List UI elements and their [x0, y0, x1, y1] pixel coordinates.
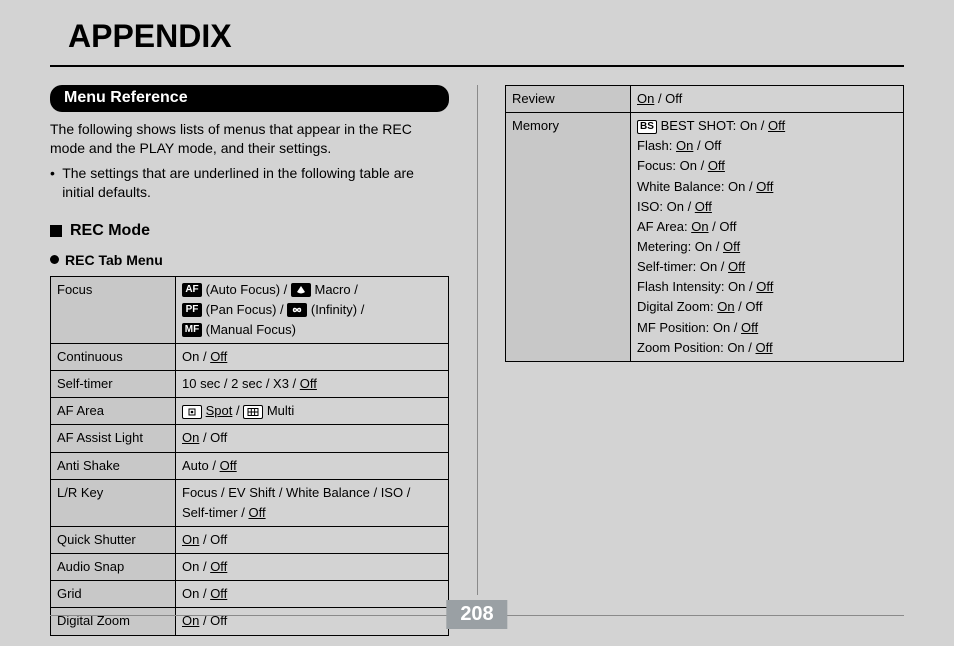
- row-value: Auto / Off: [176, 452, 449, 479]
- row-label: AF Assist Light: [51, 425, 176, 452]
- table-row: Audio SnapOn / Off: [51, 554, 449, 581]
- disc-bullet-icon: [50, 255, 59, 264]
- multi-icon: [243, 405, 263, 419]
- mf-icon: MF: [182, 323, 202, 337]
- left-column: Menu Reference The following shows lists…: [50, 85, 477, 636]
- row-label: L/R Key: [51, 479, 176, 526]
- table-row: MemoryBS BEST SHOT: On / OffFlash: On / …: [506, 113, 904, 362]
- row-label: Review: [506, 86, 631, 113]
- row-label: Audio Snap: [51, 554, 176, 581]
- table-row: L/R KeyFocus / EV Shift / White Balance …: [51, 479, 449, 526]
- section-header: Menu Reference: [50, 85, 449, 112]
- rec-tab-table-continued: ReviewOn / OffMemoryBS BEST SHOT: On / O…: [505, 85, 904, 362]
- note-text: The settings that are underlined in the …: [62, 164, 449, 202]
- page-title: APPENDIX: [50, 10, 904, 65]
- row-value: Focus / EV Shift / White Balance / ISO /…: [176, 479, 449, 526]
- bullet-dot: •: [50, 164, 62, 202]
- af-icon: AF: [182, 283, 202, 297]
- row-label: Self-timer: [51, 371, 176, 398]
- bs-icon: BS: [637, 120, 657, 134]
- pf-icon: PF: [182, 303, 202, 317]
- table-row: Self-timer10 sec / 2 sec / X3 / Off: [51, 371, 449, 398]
- rec-tab-heading: REC Tab Menu: [50, 252, 449, 268]
- page-number: 208: [446, 600, 507, 629]
- page-footer: 208: [50, 600, 904, 630]
- right-column: ReviewOn / OffMemoryBS BEST SHOT: On / O…: [477, 85, 904, 636]
- row-value: BS BEST SHOT: On / OffFlash: On / OffFoc…: [631, 113, 904, 362]
- rec-mode-heading: REC Mode: [50, 222, 449, 240]
- row-label: Focus: [51, 276, 176, 343]
- infinity-icon: [287, 303, 307, 317]
- square-bullet-icon: [50, 225, 62, 237]
- row-value: Spot / Multi: [176, 398, 449, 425]
- row-label: Quick Shutter: [51, 526, 176, 553]
- row-value: AF (Auto Focus) / Macro /PF (Pan Focus) …: [176, 276, 449, 343]
- table-row: ReviewOn / Off: [506, 86, 904, 113]
- table-row: FocusAF (Auto Focus) / Macro /PF (Pan Fo…: [51, 276, 449, 343]
- row-value: On / Off: [176, 343, 449, 370]
- row-value: On / Off: [631, 86, 904, 113]
- table-row: AF Area Spot / Multi: [51, 398, 449, 425]
- row-label: Memory: [506, 113, 631, 362]
- title-rule: [50, 65, 904, 67]
- row-value: On / Off: [176, 425, 449, 452]
- row-value: On / Off: [176, 526, 449, 553]
- row-label: AF Area: [51, 398, 176, 425]
- rec-tab-table: FocusAF (Auto Focus) / Macro /PF (Pan Fo…: [50, 276, 449, 636]
- table-row: ContinuousOn / Off: [51, 343, 449, 370]
- note-row: • The settings that are underlined in th…: [50, 164, 449, 202]
- row-value: 10 sec / 2 sec / X3 / Off: [176, 371, 449, 398]
- table-row: Quick ShutterOn / Off: [51, 526, 449, 553]
- row-label: Anti Shake: [51, 452, 176, 479]
- intro-text: The following shows lists of menus that …: [50, 120, 449, 158]
- table-row: AF Assist LightOn / Off: [51, 425, 449, 452]
- table-row: Anti ShakeAuto / Off: [51, 452, 449, 479]
- row-label: Continuous: [51, 343, 176, 370]
- macro-icon: [291, 283, 311, 297]
- row-value: On / Off: [176, 554, 449, 581]
- spot-icon: [182, 405, 202, 419]
